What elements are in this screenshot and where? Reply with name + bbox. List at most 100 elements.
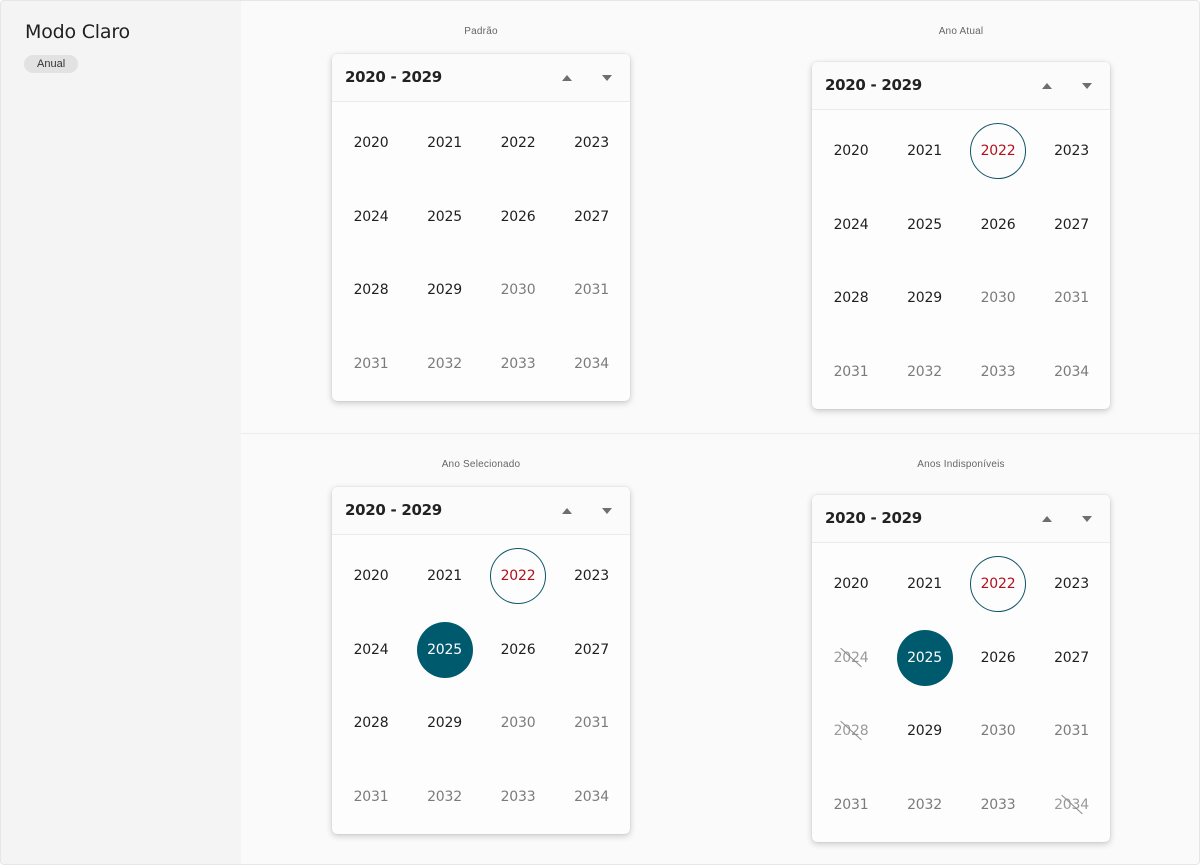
year-picker-padrao: 2020 - 2029 2020 2021 2022 2023 2024 2025 2026 2… — [332, 54, 630, 401]
year-cell-muted[interactable]: 2032 — [417, 336, 473, 392]
year-cell-muted[interactable]: 2034 — [564, 769, 620, 825]
year-cell-normal[interactable]: 2026 — [490, 189, 546, 245]
triangle-down-icon — [1082, 83, 1092, 89]
year-cell-muted[interactable]: 2032 — [897, 777, 953, 833]
year-cell-normal[interactable]: 2025 — [417, 189, 473, 245]
year-cell-muted[interactable]: 2032 — [417, 769, 473, 825]
year-cell-muted[interactable]: 2033 — [970, 344, 1026, 400]
next-decade-button[interactable] — [597, 501, 617, 521]
year-cell-normal[interactable]: 2027 — [1044, 197, 1100, 253]
next-decade-button[interactable] — [597, 68, 617, 88]
year-cell-muted[interactable]: 2031 — [343, 336, 399, 392]
year-cell-muted[interactable]: 2030 — [970, 270, 1026, 326]
year-cell-normal[interactable]: 2023 — [564, 115, 620, 171]
triangle-up-icon — [1042, 516, 1052, 522]
year-cell-current[interactable]: 2022 — [970, 123, 1026, 179]
triangle-up-icon — [1042, 83, 1052, 89]
triangle-up-icon — [562, 75, 572, 81]
year-cell-normal[interactable]: 2024 — [343, 622, 399, 678]
app-frame: Modo Claro Anual Padrão Ano Atual Ano Se… — [0, 0, 1200, 865]
year-cell-normal[interactable]: 2023 — [1044, 123, 1100, 179]
year-cell-normal[interactable]: 2020 — [823, 123, 879, 179]
year-cell-selected[interactable]: 2025 — [896, 629, 953, 686]
next-decade-button[interactable] — [1077, 509, 1097, 529]
year-cell-normal[interactable]: 2021 — [897, 123, 953, 179]
previous-decade-button[interactable] — [557, 501, 577, 521]
year-cell-normal[interactable]: 2029 — [417, 262, 473, 318]
panel-label-padrao: Padrão — [464, 26, 498, 37]
year-cell-normal[interactable]: 2023 — [1044, 556, 1100, 612]
previous-decade-button[interactable] — [1037, 76, 1057, 96]
triangle-up-icon — [562, 508, 572, 514]
picker-header: 2020 - 2029 — [812, 495, 1110, 543]
triangle-down-icon — [602, 508, 612, 514]
year-cell-normal[interactable]: 2020 — [343, 548, 399, 604]
year-cell-muted[interactable]: 2031 — [564, 695, 620, 751]
year-cell-normal[interactable]: 2028 — [823, 270, 879, 326]
year-cell-normal[interactable]: 2020 — [823, 556, 879, 612]
year-picker-ano-selecionado: 2020 - 2029 2020 2021 2022 2023 2024 2025 2026 2… — [332, 487, 630, 834]
sidebar: Modo Claro Anual — [1, 1, 241, 864]
year-cell-muted[interactable]: 2034 — [1044, 344, 1100, 400]
year-cell-normal[interactable]: 2026 — [490, 622, 546, 678]
year-cell-normal[interactable]: 2020 — [343, 115, 399, 171]
year-cell-normal[interactable]: 2026 — [970, 197, 1026, 253]
decade-range-label[interactable]: 2020 - 2029 — [825, 509, 922, 527]
year-cell-normal[interactable]: 2027 — [564, 189, 620, 245]
year-cell-muted[interactable]: 2033 — [490, 769, 546, 825]
year-cell-disabled: 2034 — [1044, 777, 1100, 833]
panel-label-ano-selecionado: Ano Selecionado — [441, 459, 521, 470]
mode-badge[interactable]: Anual — [24, 55, 79, 73]
year-cell-muted[interactable]: 2030 — [490, 262, 546, 318]
year-cell-muted[interactable]: 2031 — [823, 344, 879, 400]
section-divider — [241, 433, 1199, 434]
year-picker-anos-indisponiveis: 2020 - 2029 2020 2021 2022 2023 2024 2025 2026 2… — [812, 495, 1110, 842]
year-cell-muted[interactable]: 2030 — [490, 695, 546, 751]
year-cell-muted[interactable]: 2033 — [970, 777, 1026, 833]
year-cell-normal[interactable]: 2027 — [564, 622, 620, 678]
year-cell-muted[interactable]: 2032 — [897, 344, 953, 400]
year-cell-current[interactable]: 2022 — [490, 548, 546, 604]
year-cell-normal[interactable]: 2026 — [970, 630, 1026, 686]
previous-decade-button[interactable] — [557, 68, 577, 88]
year-cell-muted[interactable]: 2030 — [970, 703, 1026, 759]
year-cell-muted[interactable]: 2033 — [490, 336, 546, 392]
year-grid: 2020 2021 2022 2023 2024 2025 2026 2027 2028 2029… — [332, 103, 630, 401]
decade-range-label[interactable]: 2020 - 2029 — [825, 76, 922, 94]
year-cell-normal[interactable]: 2025 — [897, 197, 953, 253]
year-cell-muted[interactable]: 2031 — [343, 769, 399, 825]
year-cell-normal[interactable]: 2022 — [490, 115, 546, 171]
year-cell-muted[interactable]: 2031 — [1044, 270, 1100, 326]
picker-header: 2020 - 2029 — [332, 487, 630, 535]
year-cell-muted[interactable]: 2034 — [564, 336, 620, 392]
year-cell-normal[interactable]: 2021 — [417, 548, 473, 604]
year-cell-normal[interactable]: 2027 — [1044, 630, 1100, 686]
year-cell-normal[interactable]: 2029 — [897, 703, 953, 759]
year-cell-normal[interactable]: 2028 — [343, 262, 399, 318]
year-cell-normal[interactable]: 2023 — [564, 548, 620, 604]
year-grid: 2020 2021 2022 2023 2024 2025 2026 2027 2028 2029… — [812, 544, 1110, 842]
year-cell-normal[interactable]: 2024 — [343, 189, 399, 245]
year-picker-ano-atual: 2020 - 2029 2020 2021 2022 2023 2024 2025 2026 2… — [812, 62, 1110, 409]
year-cell-current[interactable]: 2022 — [970, 556, 1026, 612]
year-cell-muted[interactable]: 2031 — [823, 777, 879, 833]
next-decade-button[interactable] — [1077, 76, 1097, 96]
year-cell-normal[interactable]: 2021 — [417, 115, 473, 171]
year-cell-normal[interactable]: 2028 — [343, 695, 399, 751]
year-grid: 2020 2021 2022 2023 2024 2025 2026 2027 2028 2029… — [812, 111, 1110, 409]
year-cell-normal[interactable]: 2021 — [897, 556, 953, 612]
year-cell-normal[interactable]: 2029 — [417, 695, 473, 751]
previous-decade-button[interactable] — [1037, 509, 1057, 529]
year-cell-muted[interactable]: 2031 — [564, 262, 620, 318]
year-cell-normal[interactable]: 2024 — [823, 197, 879, 253]
decade-range-label[interactable]: 2020 - 2029 — [345, 68, 442, 86]
year-cell-selected[interactable]: 2025 — [416, 621, 473, 678]
sidebar-title: Modo Claro — [25, 21, 130, 43]
year-grid: 2020 2021 2022 2023 2024 2025 2026 2027 2028 2029… — [332, 536, 630, 834]
picker-header: 2020 - 2029 — [332, 54, 630, 102]
year-cell-muted[interactable]: 2031 — [1044, 703, 1100, 759]
year-cell-disabled: 2028 — [823, 703, 879, 759]
triangle-down-icon — [602, 75, 612, 81]
decade-range-label[interactable]: 2020 - 2029 — [345, 501, 442, 519]
year-cell-normal[interactable]: 2029 — [897, 270, 953, 326]
